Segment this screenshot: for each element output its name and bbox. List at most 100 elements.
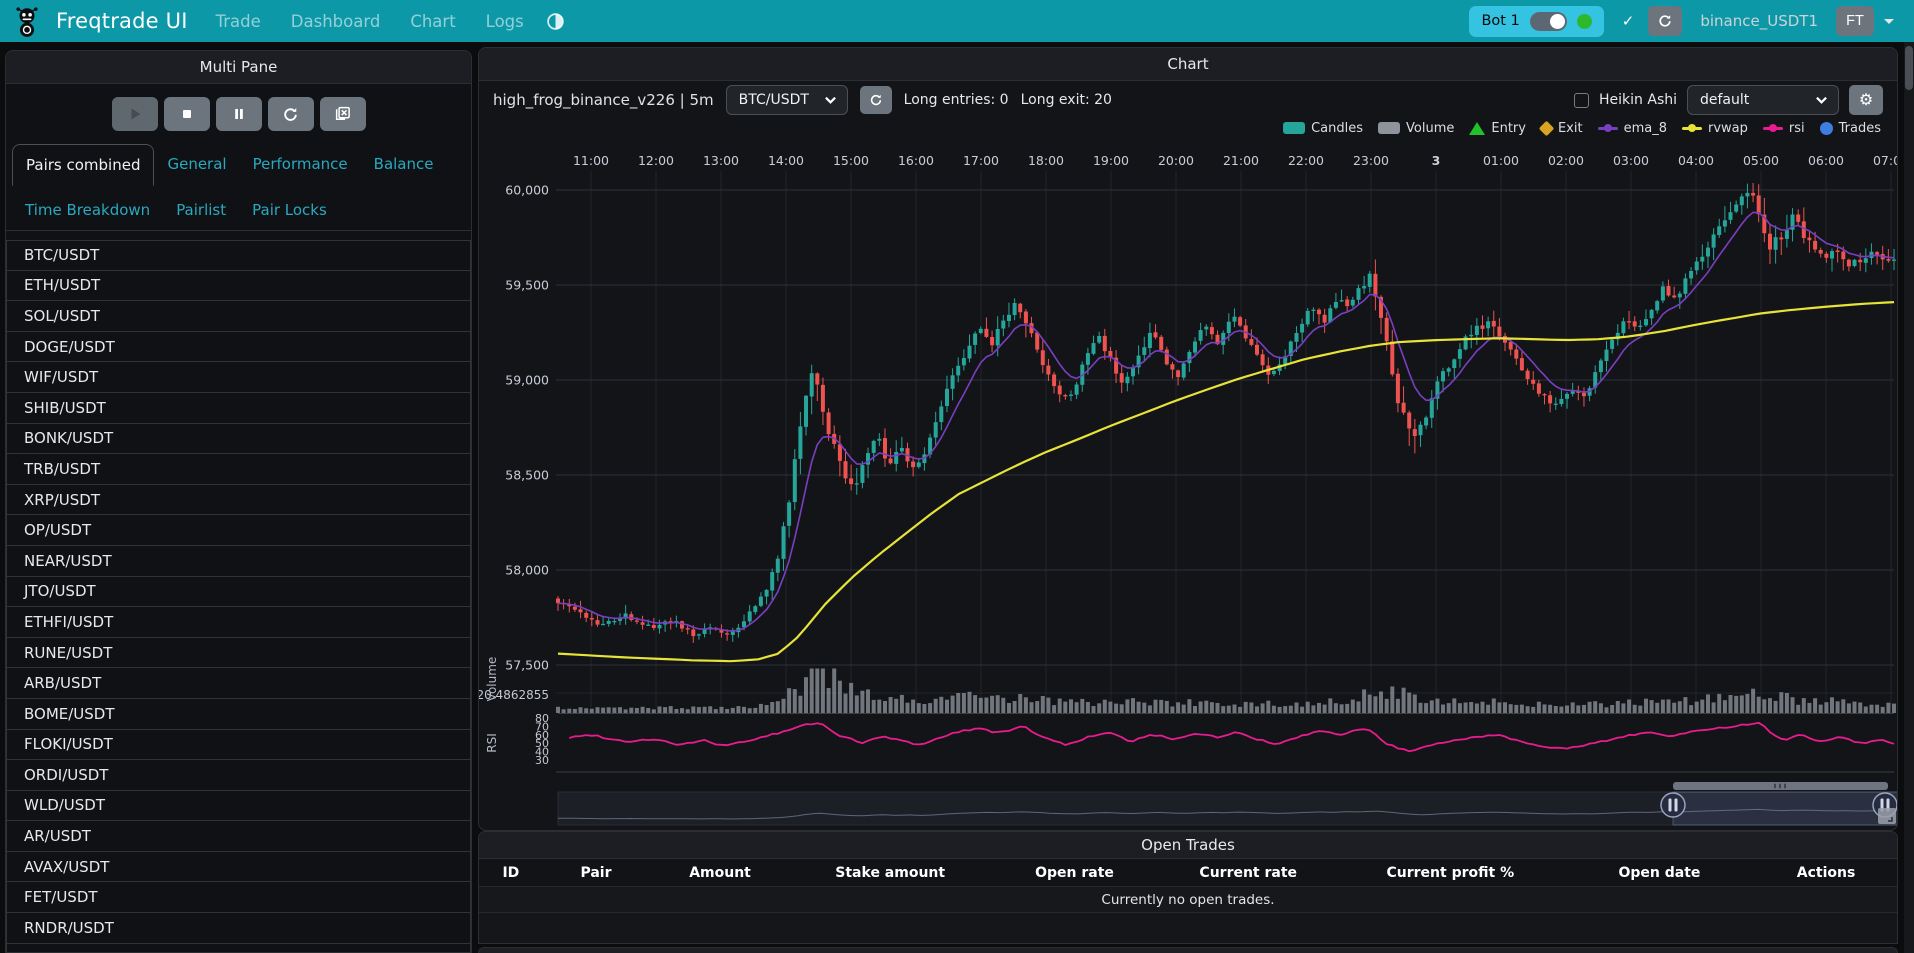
tab-general[interactable]: General (154, 144, 239, 186)
chart-close-icon (334, 105, 352, 123)
pair-row[interactable]: JTO/USDT (6, 577, 471, 608)
pair-row[interactable]: FLOKI/USDT (6, 730, 471, 761)
time-tick: 03:00 (1613, 153, 1649, 168)
caret-down-icon[interactable] (1884, 19, 1894, 24)
pair-row[interactable]: ORDI/USDT (6, 760, 471, 791)
tab-pairs-combined[interactable]: Pairs combined (12, 144, 154, 186)
chart-navigator[interactable] (558, 782, 1897, 825)
gear-icon: ⚙ (1859, 92, 1873, 109)
user-menu-button[interactable]: FT (1836, 6, 1874, 36)
nav-link-logs[interactable]: Logs (486, 12, 524, 31)
legend-item-candles[interactable]: Candles (1283, 121, 1363, 136)
legend-label: Trades (1839, 121, 1881, 136)
nav-link-trade[interactable]: Trade (216, 12, 261, 31)
chart-title: Chart (1167, 55, 1208, 73)
time-tick: 01:00 (1483, 153, 1519, 168)
time-tick: 20:00 (1158, 153, 1194, 168)
pair-row[interactable]: FET/USDT (6, 882, 471, 913)
main-nav: Trade Dashboard Chart Logs (216, 12, 524, 31)
pair-row[interactable]: SOL/USDT (6, 301, 471, 332)
remove-chart-button[interactable] (320, 97, 366, 131)
refresh-icon (869, 93, 883, 107)
time-tick: 18:00 (1028, 153, 1064, 168)
pair-row[interactable]: TRB/USDT (6, 454, 471, 485)
price-tick: 58,500 (505, 468, 549, 483)
scrollbar-thumb[interactable] (1905, 46, 1913, 90)
tab-balance[interactable]: Balance (361, 144, 447, 186)
time-tick: 07:00 (1873, 153, 1897, 168)
legend-item-exit[interactable]: Exit (1541, 121, 1583, 136)
pair-row[interactable]: ARB/USDT (6, 668, 471, 699)
legend-label: Volume (1406, 121, 1454, 136)
candlestick-chart[interactable]: 11:0012:0013:0014:0015:0016:0017:0018:00… (479, 139, 1897, 831)
pair-row[interactable]: XRP/USDT (6, 485, 471, 516)
pair-row[interactable]: OP/USDT (6, 515, 471, 546)
plot-settings-button[interactable]: ⚙ (1849, 85, 1883, 115)
legend-item-ema_8[interactable]: ema_8 (1598, 121, 1667, 136)
legend-item-entry[interactable]: Entry (1469, 121, 1526, 136)
entry-swatch-icon (1469, 122, 1485, 135)
pair-row[interactable]: DOT/USDT (6, 944, 471, 953)
plot-config-select[interactable]: default (1687, 85, 1839, 115)
refresh-button[interactable] (268, 97, 314, 131)
pair-row[interactable]: BTC/USDT (6, 240, 471, 271)
pair-row[interactable]: BOME/USDT (6, 699, 471, 730)
chart-legend: Candles Volume Entry Exit ema_8 rvwap rsi Trade… (479, 117, 1897, 139)
nav-link-dashboard[interactable]: Dashboard (291, 12, 381, 31)
grid-layer: 11:0012:0013:0014:0015:0016:0017:0018:00… (479, 153, 1897, 772)
price-tick: 57,500 (505, 658, 549, 673)
plot-config-value: default (1700, 92, 1749, 108)
pair-select[interactable]: BTC/USDT (726, 85, 848, 115)
pair-row[interactable]: DOGE/USDT (6, 332, 471, 363)
long-entries-label: Long entries: 0 (904, 92, 1009, 108)
pair-row[interactable]: AR/USDT (6, 821, 471, 852)
page-scrollbar[interactable] (1904, 42, 1914, 953)
legend-label: rsi (1789, 121, 1805, 136)
play-icon (127, 106, 143, 122)
tab-time-breakdown[interactable]: Time Breakdown (12, 190, 163, 230)
pause-button[interactable] (216, 97, 262, 131)
pair-row[interactable]: SHIB/USDT (6, 393, 471, 424)
pair-row[interactable]: WLD/USDT (6, 791, 471, 822)
time-tick: 15:00 (833, 153, 869, 168)
legend-item-trades[interactable]: Trades (1820, 121, 1881, 136)
reload-bot-button[interactable] (1648, 6, 1682, 36)
column-header: Current profit % (1337, 865, 1564, 881)
time-tick: 13:00 (703, 153, 739, 168)
nav-link-chart[interactable]: Chart (410, 12, 455, 31)
pair-row[interactable]: ETH/USDT (6, 271, 471, 302)
tab-performance[interactable]: Performance (240, 144, 361, 186)
rsi-pane-label: RSI (485, 733, 499, 753)
pair-row[interactable]: RNDR/USDT (6, 913, 471, 944)
pair-row[interactable]: WIF/USDT (6, 362, 471, 393)
open-trades-table-header: IDPairAmountStake amountOpen rateCurrent… (479, 859, 1897, 887)
time-tick: 23:00 (1353, 153, 1389, 168)
legend-item-rsi[interactable]: rsi (1763, 121, 1805, 136)
tab-pair-locks[interactable]: Pair Locks (239, 190, 340, 230)
navigator-handle[interactable] (1661, 793, 1685, 817)
pair-row[interactable]: NEAR/USDT (6, 546, 471, 577)
legend-item-rvwap[interactable]: rvwap (1682, 121, 1748, 136)
refresh-chart-button[interactable] (860, 86, 892, 114)
resize-corner-handle[interactable] (1878, 808, 1896, 824)
pair-row[interactable]: AVAX/USDT (6, 852, 471, 883)
heikin-ashi-checkbox[interactable] (1574, 93, 1589, 108)
tab-pairlist[interactable]: Pairlist (163, 190, 239, 230)
freqtrade-logo-icon (12, 4, 42, 38)
bot-toggle[interactable] (1530, 12, 1567, 31)
time-tick: 19:00 (1093, 153, 1129, 168)
bot-label: Bot 1 (1481, 13, 1519, 29)
pair-row[interactable]: BONK/USDT (6, 424, 471, 455)
volume-swatch-icon (1378, 122, 1400, 134)
bot-selector[interactable]: Bot 1 (1469, 6, 1603, 37)
theme-toggle-icon[interactable] (546, 12, 565, 31)
pair-row[interactable]: ETHFI/USDT (6, 607, 471, 638)
navigator-selection[interactable] (1673, 792, 1897, 825)
play-button[interactable] (112, 97, 158, 131)
long-exits-label: Long exit: 20 (1021, 92, 1112, 108)
legend-item-volume[interactable]: Volume (1378, 121, 1454, 136)
check-icon: ✓ (1622, 12, 1635, 30)
stop-button[interactable] (164, 97, 210, 131)
pair-row[interactable]: RUNE/USDT (6, 638, 471, 669)
bot-online-dot (1577, 14, 1592, 29)
